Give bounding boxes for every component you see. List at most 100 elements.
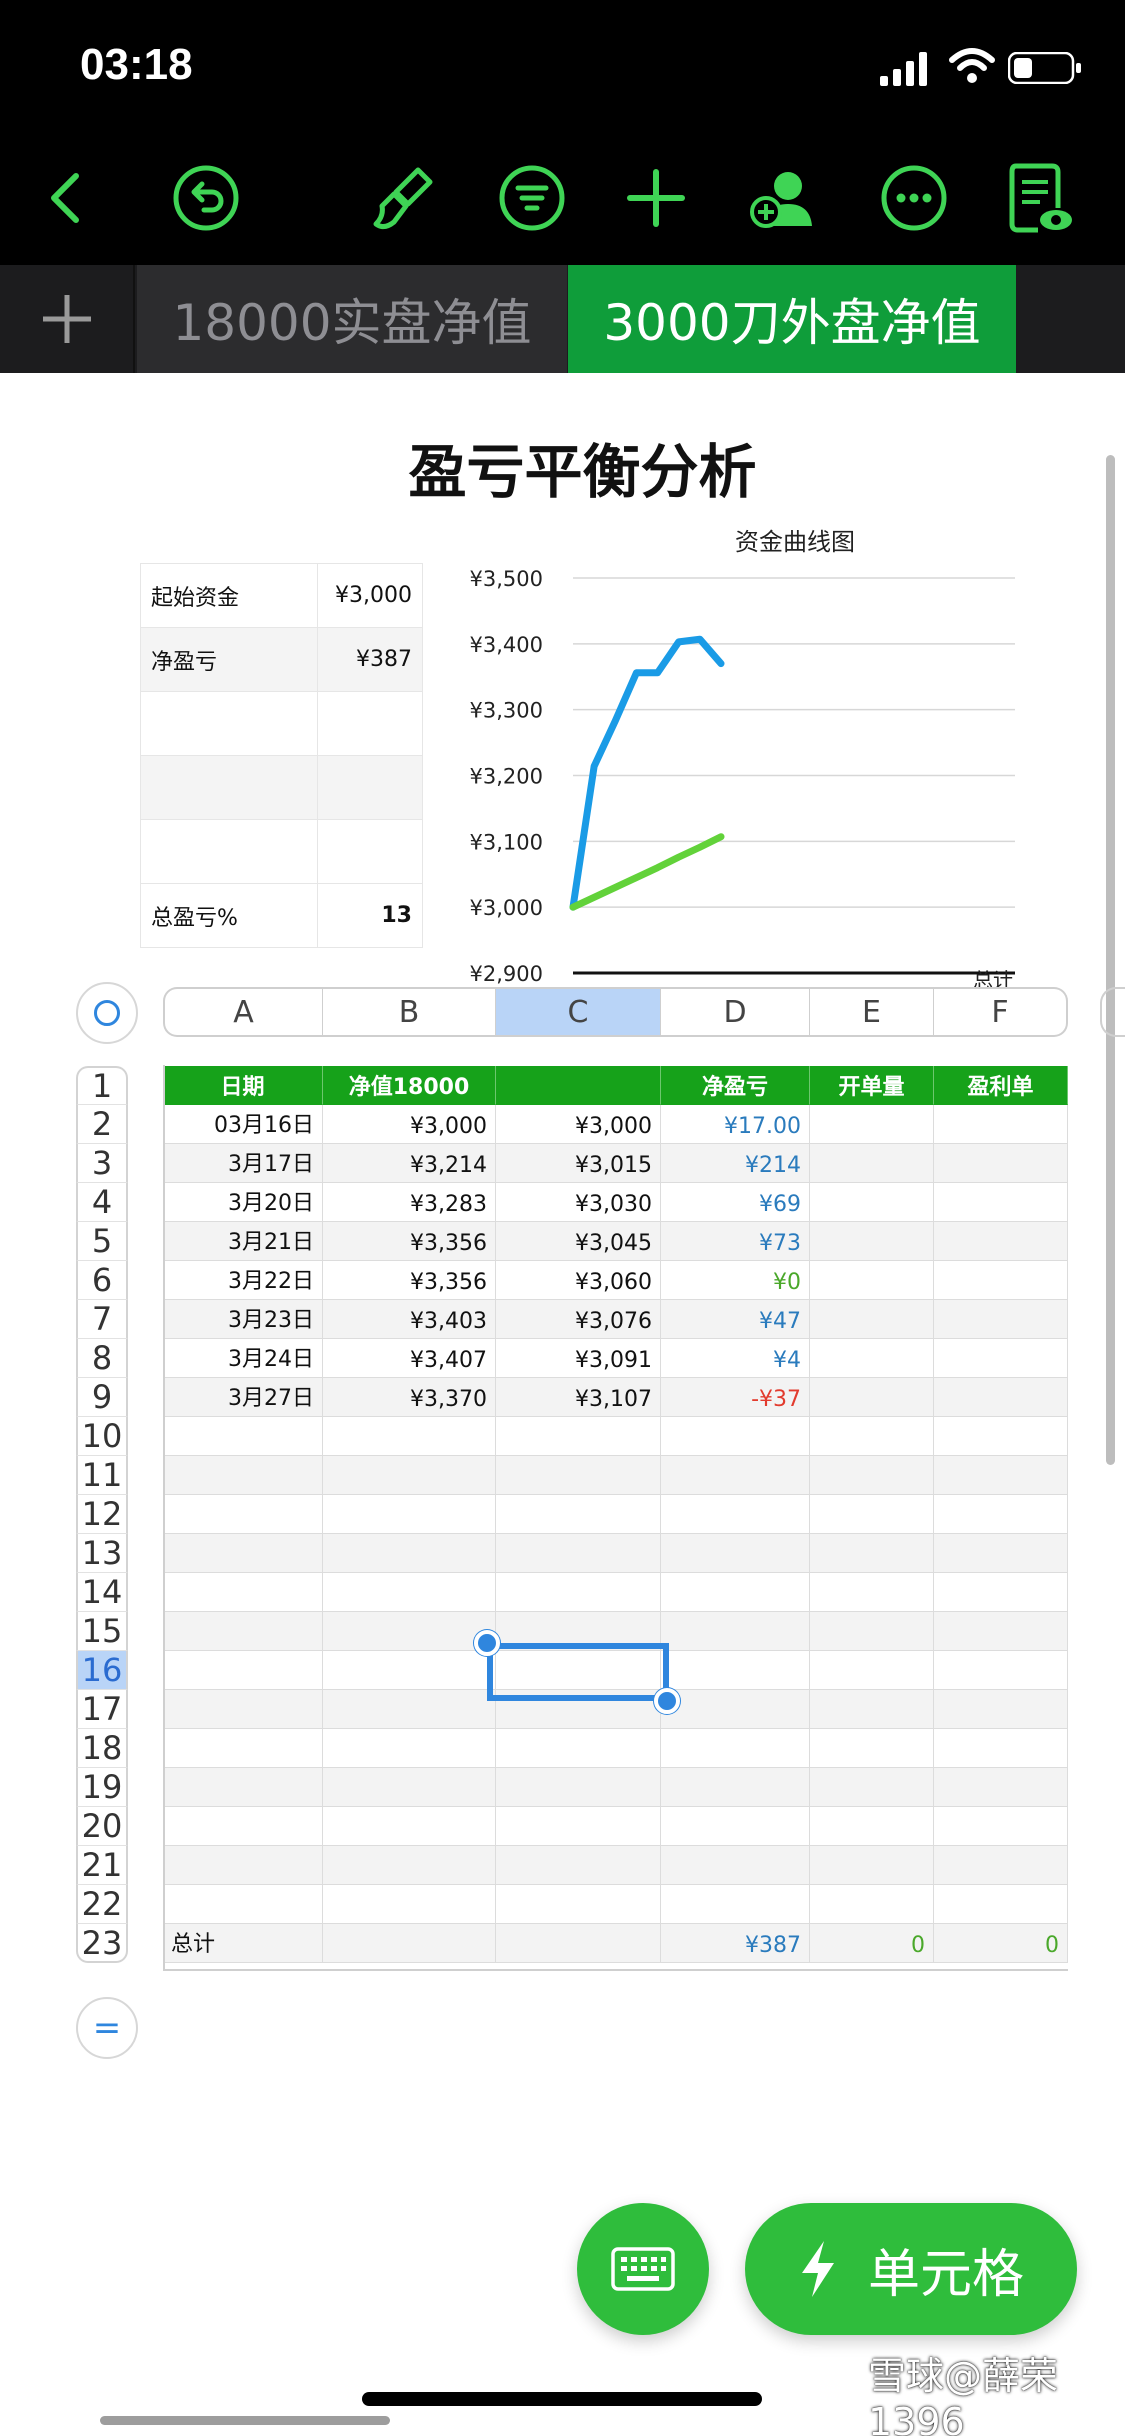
table-cell-empty[interactable] [934,1846,1068,1885]
table-cell[interactable] [810,1183,934,1222]
summary-label[interactable] [140,755,318,820]
table-cell-empty[interactable] [163,1534,323,1573]
row-header-21[interactable]: 21 [76,1846,128,1885]
summary-label[interactable] [140,691,318,756]
table-cell[interactable]: 3月24日 [163,1339,323,1378]
row-header-22[interactable]: 22 [76,1885,128,1924]
add-sheet-button[interactable] [0,265,135,373]
row-header-8[interactable]: 8 [76,1339,128,1378]
table-cell-empty[interactable] [934,1768,1068,1807]
collaborate-button[interactable] [742,158,822,238]
row-header-1[interactable]: 1 [76,1066,128,1105]
table-cell-empty[interactable] [323,1651,496,1690]
table-cell[interactable] [934,1378,1068,1417]
table-cell-empty[interactable] [810,1768,934,1807]
row-header-12[interactable]: 12 [76,1495,128,1534]
row-header-10[interactable]: 10 [76,1417,128,1456]
column-header-e[interactable]: E [810,987,934,1037]
row-header-18[interactable]: 18 [76,1729,128,1768]
horizontal-scrollbar[interactable] [100,2416,390,2425]
table-cell-empty[interactable] [323,1885,496,1924]
summary-label[interactable] [140,819,318,884]
cell-format-button[interactable]: 单元格 [745,2203,1077,2335]
table-cell[interactable]: 3月22日 [163,1261,323,1300]
table-cell[interactable]: ¥3,030 [496,1183,661,1222]
table-cell[interactable]: 3月23日 [163,1300,323,1339]
table-cell-empty[interactable] [496,1768,661,1807]
table-cell-empty[interactable] [323,1612,496,1651]
summary-value[interactable]: ¥387 [317,627,423,692]
table-cell[interactable]: ¥3,000 [323,1105,496,1144]
summary-value[interactable] [317,819,423,884]
table-cell[interactable]: ¥3,015 [496,1144,661,1183]
table-cell-empty[interactable] [810,1651,934,1690]
more-button[interactable] [874,158,954,238]
table-cell-empty[interactable] [934,1651,1068,1690]
table-cell[interactable] [934,1339,1068,1378]
table-cell-empty[interactable] [661,1417,810,1456]
table-cell-empty[interactable] [496,1846,661,1885]
undo-button[interactable] [166,158,246,238]
column-header-b[interactable]: B [323,987,496,1037]
table-cell-empty[interactable] [934,1729,1068,1768]
back-button[interactable] [28,158,108,238]
table-cell[interactable] [810,1300,934,1339]
table-cell[interactable] [934,1183,1068,1222]
table-cell[interactable]: 3月17日 [163,1144,323,1183]
table-cell[interactable]: 3月27日 [163,1378,323,1417]
row-header-2[interactable]: 2 [76,1105,128,1144]
document-view-button[interactable] [998,158,1078,238]
table-cell-empty[interactable] [934,1885,1068,1924]
table-cell[interactable]: ¥47 [661,1300,810,1339]
total-row-cell[interactable] [323,1924,496,1963]
table-header-cell[interactable]: 盈利单 [934,1066,1068,1105]
table-cell-empty[interactable] [810,1612,934,1651]
table-cell-empty[interactable] [163,1612,323,1651]
table-cell-empty[interactable] [163,1456,323,1495]
row-header-15[interactable]: 15 [76,1612,128,1651]
table-cell[interactable]: ¥3,000 [496,1105,661,1144]
cell-selection[interactable] [487,1643,669,1701]
table-cell-empty[interactable] [323,1573,496,1612]
table-cell-empty[interactable] [163,1573,323,1612]
table-cell-empty[interactable] [661,1573,810,1612]
row-header-5[interactable]: 5 [76,1222,128,1261]
table-cell-empty[interactable] [323,1729,496,1768]
table-cell-empty[interactable] [810,1573,934,1612]
table-cell-empty[interactable] [810,1729,934,1768]
column-header-d[interactable]: D [661,987,810,1037]
table-cell-empty[interactable] [661,1495,810,1534]
add-column-handle[interactable] [1100,987,1125,1037]
home-indicator[interactable] [362,2392,762,2406]
table-header-cell[interactable]: 开单量 [810,1066,934,1105]
table-cell[interactable]: 3月21日 [163,1222,323,1261]
table-cell-empty[interactable] [163,1885,323,1924]
format-brush-button[interactable] [362,158,442,238]
table-header-cell[interactable]: 净盈亏 [661,1066,810,1105]
table-cell[interactable]: ¥73 [661,1222,810,1261]
total-row-cell[interactable] [496,1924,661,1963]
summary-value[interactable] [317,691,423,756]
sheet-tab-18000[interactable]: 18000实盘净值 [137,265,567,373]
table-cell[interactable]: ¥3,407 [323,1339,496,1378]
total-row-cell[interactable]: 0 [810,1924,934,1963]
summary-label[interactable]: 净盈亏 [140,627,318,692]
table-cell[interactable] [810,1261,934,1300]
row-header-20[interactable]: 20 [76,1807,128,1846]
table-cell[interactable]: ¥3,403 [323,1300,496,1339]
table-cell-empty[interactable] [496,1417,661,1456]
row-header-23[interactable]: 23 [76,1924,128,1963]
table-cell-empty[interactable] [496,1807,661,1846]
column-header-c[interactable]: C [496,987,661,1037]
table-cell-empty[interactable] [323,1846,496,1885]
summary-value[interactable]: ¥3,000 [317,563,423,628]
table-cell-empty[interactable] [661,1885,810,1924]
row-header-11[interactable]: 11 [76,1456,128,1495]
summary-value[interactable] [317,755,423,820]
table-cell-empty[interactable] [163,1417,323,1456]
row-header-7[interactable]: 7 [76,1300,128,1339]
table-cell-empty[interactable] [163,1729,323,1768]
table-cell-empty[interactable] [496,1495,661,1534]
sheet-tab-3000-active[interactable]: 3000刀外盘净值 [568,265,1016,373]
table-cell[interactable] [810,1339,934,1378]
